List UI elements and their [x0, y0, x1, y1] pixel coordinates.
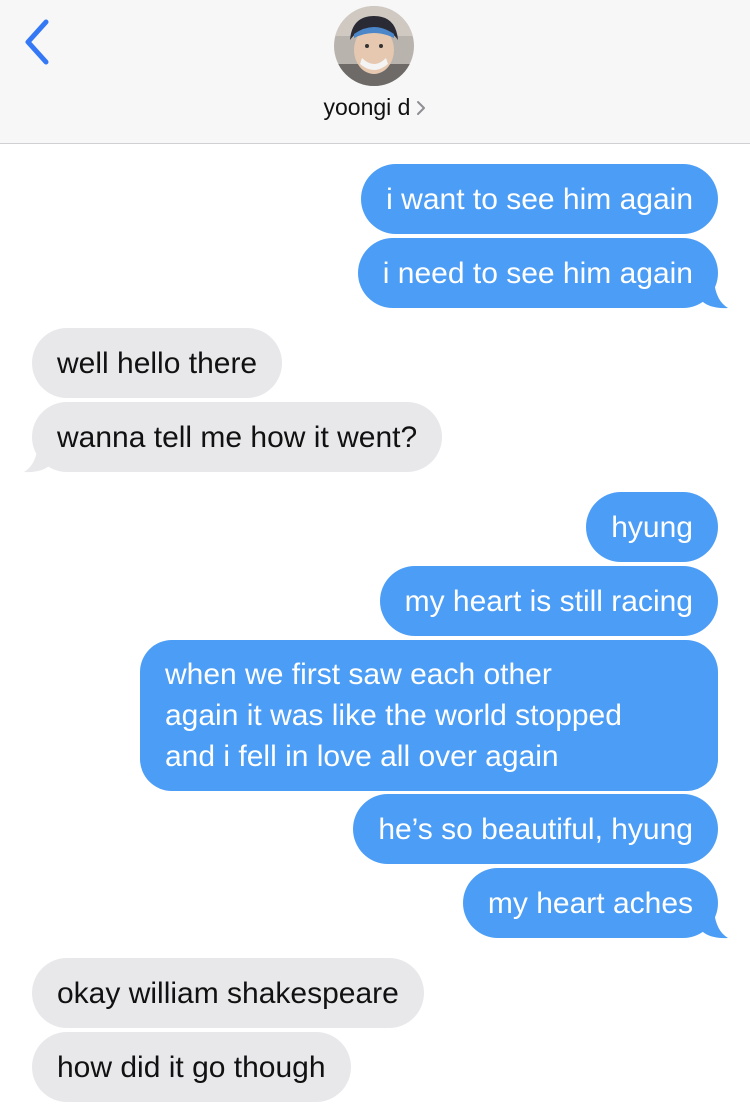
received-message-bubble[interactable]: how did it go though: [32, 1032, 351, 1102]
contact-info-button[interactable]: yoongi d: [0, 94, 750, 121]
sent-message-bubble[interactable]: my heart aches: [462, 868, 718, 938]
sent-message-bubble[interactable]: i need to see him again: [357, 238, 718, 308]
message-text: he’s so beautiful, hyung: [378, 812, 693, 846]
sent-bubble-tail: [700, 911, 728, 939]
contact-avatar[interactable]: [334, 6, 414, 86]
received-message-bubble[interactable]: well hello there: [32, 328, 283, 398]
received-message-bubble[interactable]: wanna tell me how it went?: [32, 402, 443, 472]
message-text: how did it go though: [57, 1050, 326, 1084]
message-text: i need to see him again: [382, 256, 693, 290]
messages-screen: yoongi d i want to see him again i need …: [0, 0, 750, 1116]
contact-name: yoongi d: [323, 94, 411, 120]
chevron-left-icon: [25, 19, 49, 65]
conversation-header: yoongi d: [0, 0, 750, 144]
message-text: my heart is still racing: [404, 584, 693, 618]
message-text: well hello there: [57, 346, 258, 380]
message-text-line: again it was like the world stopped: [165, 699, 622, 732]
received-message-bubble[interactable]: okay william shakespeare: [32, 958, 424, 1028]
sent-message-bubble[interactable]: when we first saw each other again it wa…: [140, 640, 718, 791]
message-text: i want to see him again: [386, 182, 693, 216]
message-text: hyung: [611, 510, 693, 544]
received-bubble-tail: [24, 445, 52, 473]
message-text: okay william shakespeare: [57, 976, 399, 1010]
sent-message-bubble[interactable]: my heart is still racing: [379, 566, 718, 636]
message-text: wanna tell me how it went?: [57, 420, 418, 454]
message-text-line: when we first saw each other: [165, 658, 552, 691]
message-text-line: and i fell in love all over again: [165, 740, 559, 773]
sent-message-bubble[interactable]: i want to see him again: [361, 164, 718, 234]
message-text: my heart aches: [487, 886, 693, 920]
sent-message-bubble[interactable]: he’s so beautiful, hyung: [353, 794, 718, 864]
back-button[interactable]: [14, 14, 62, 70]
chevron-right-icon: [417, 100, 426, 115]
avatar-photo: [334, 6, 414, 86]
sent-message-bubble[interactable]: hyung: [586, 492, 718, 562]
sent-bubble-tail: [700, 281, 728, 309]
